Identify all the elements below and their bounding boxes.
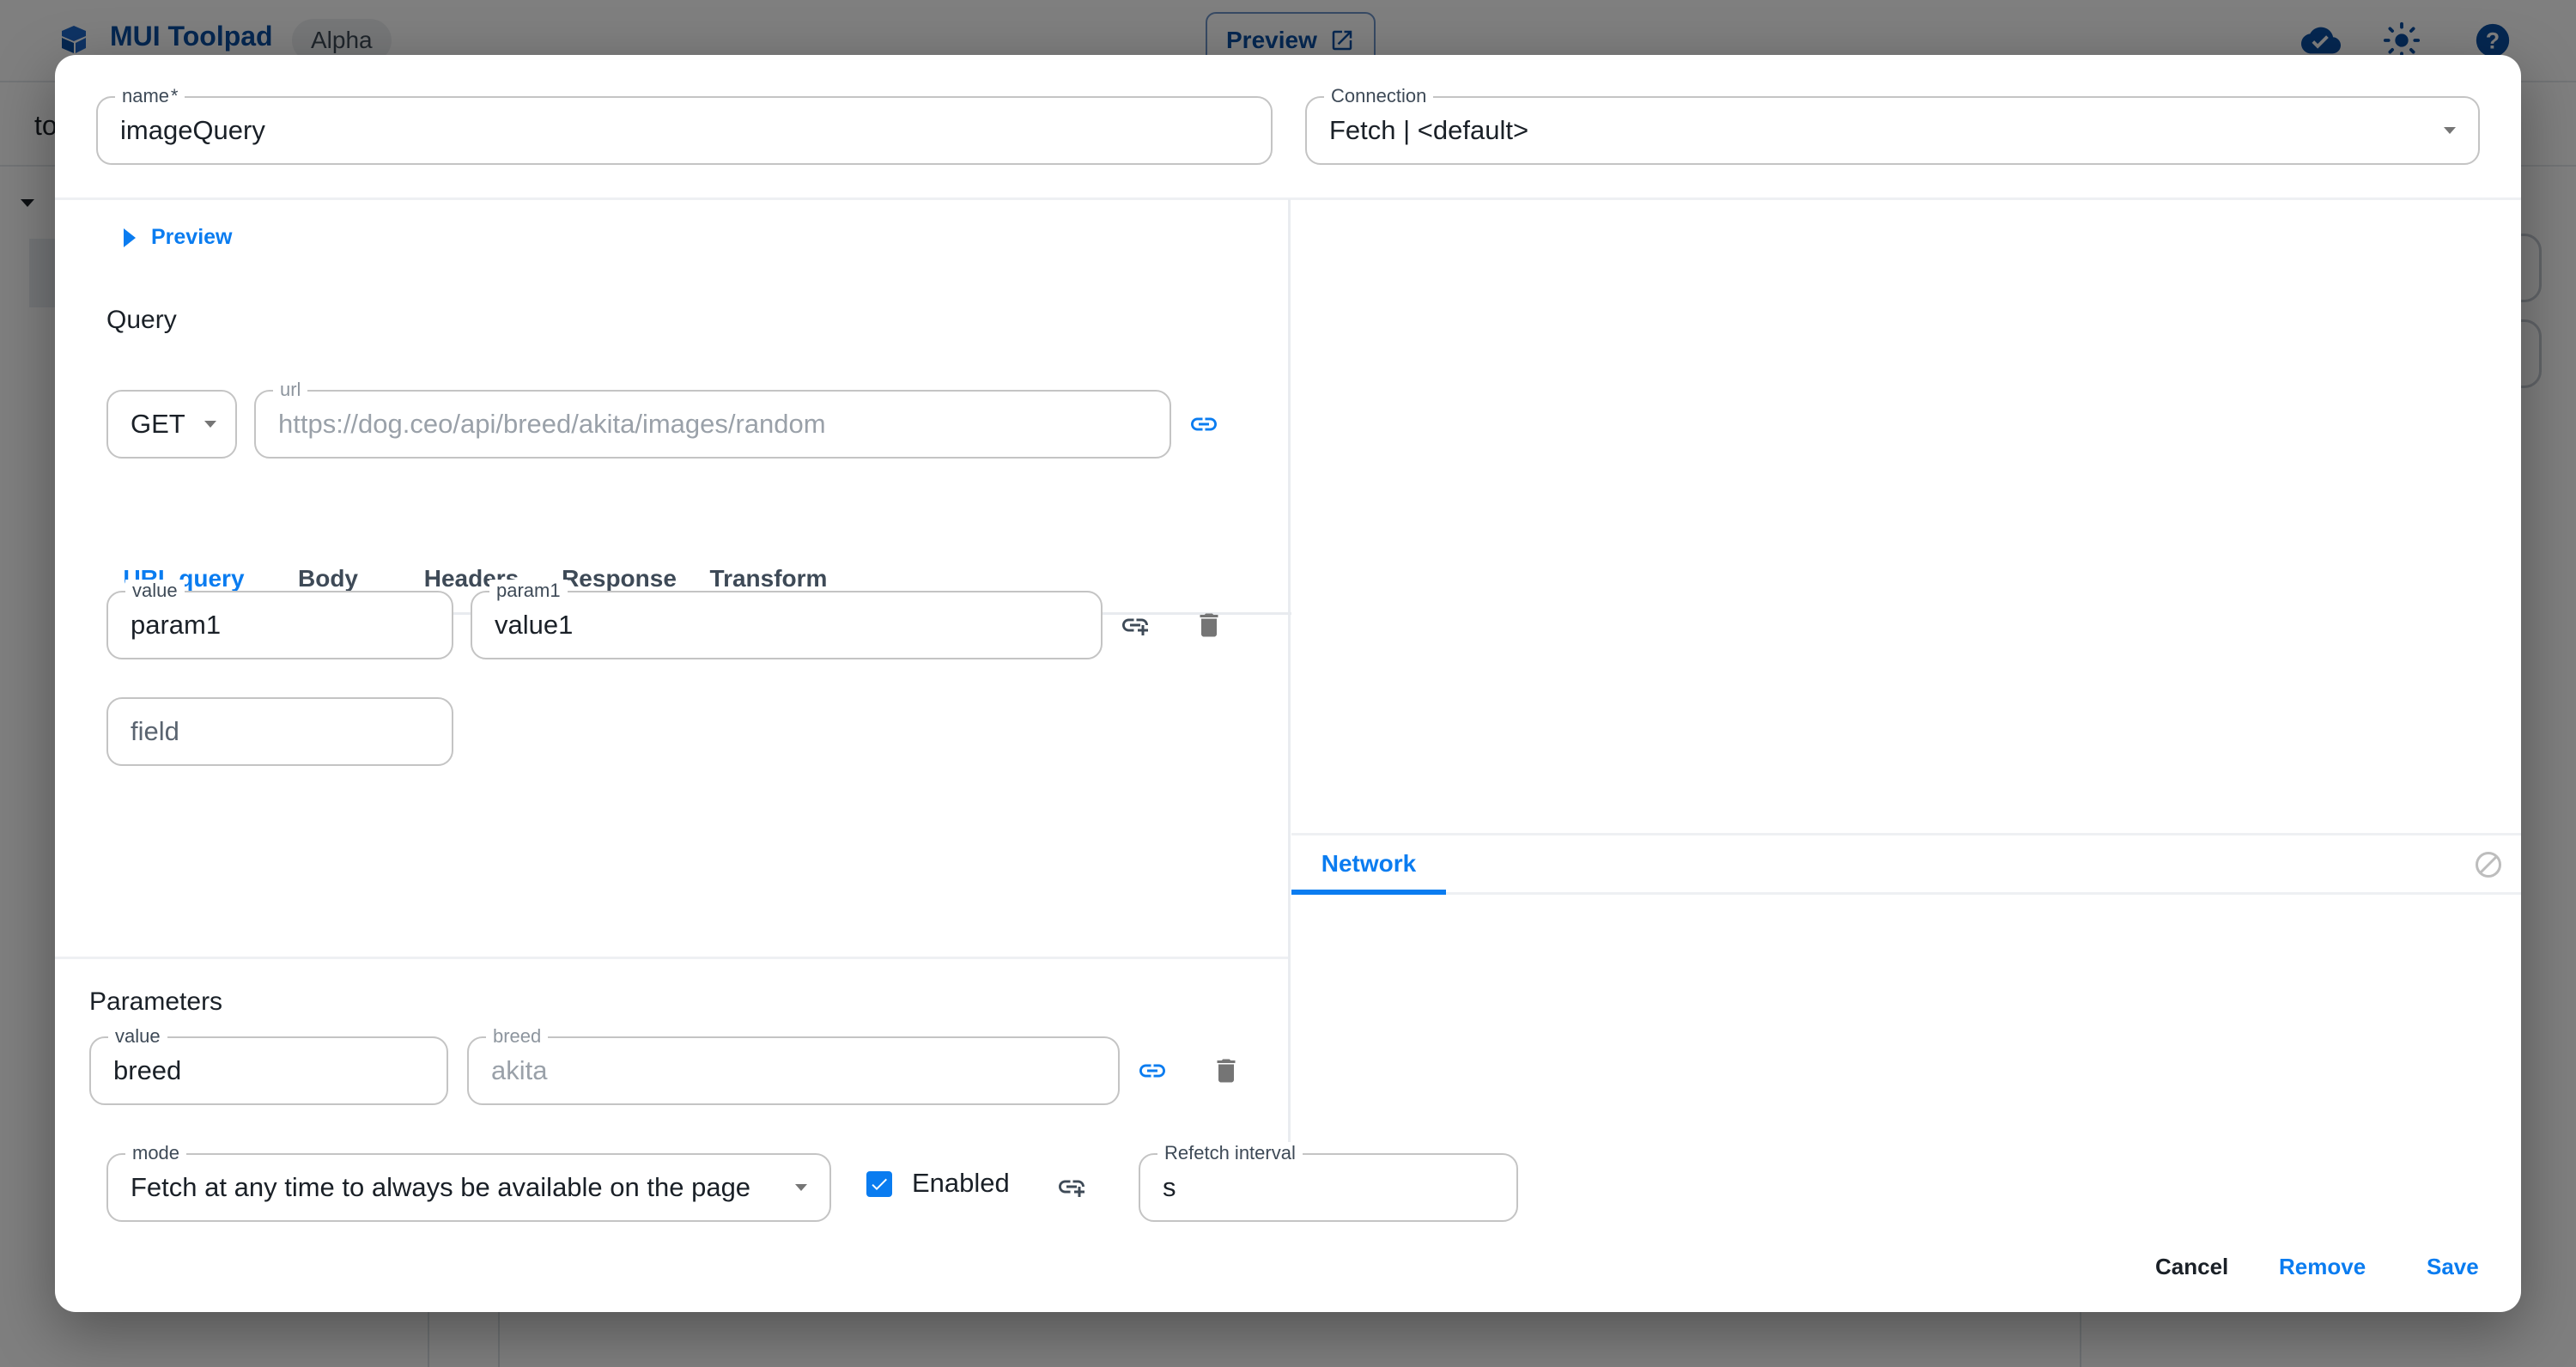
parameters-section-title: Parameters [89, 987, 223, 1016]
chevron-down-icon [795, 1184, 807, 1191]
block-icon [2476, 852, 2501, 878]
parameter-value-value: akita [491, 1055, 548, 1085]
query-name-field[interactable]: name * imageQuery [96, 85, 1273, 165]
mode-select[interactable]: mode Fetch at any time to always be avai… [106, 1142, 831, 1222]
http-method-select[interactable]: GET [106, 390, 237, 459]
link-icon [1139, 1064, 1165, 1078]
url-query-name-input[interactable]: value param1 [106, 580, 453, 659]
mode-value: Fetch at any time to always be available… [131, 1172, 751, 1202]
chevron-down-icon [204, 421, 216, 428]
connection-value: Fetch | <default> [1329, 115, 1529, 145]
query-section-title: Query [106, 306, 177, 334]
add-link-icon [1122, 618, 1148, 635]
preview-button[interactable]: Preview [124, 225, 233, 250]
http-method-value: GET [131, 409, 185, 439]
new-url-query-field-input[interactable]: field [106, 697, 453, 766]
enabled-checkbox[interactable] [866, 1171, 892, 1197]
url-query-value-input[interactable]: param1 value1 [471, 580, 1103, 659]
enabled-label[interactable]: Enabled [912, 1168, 1010, 1199]
network-tabs: Network [1291, 833, 2521, 895]
tab-network[interactable]: Network [1291, 835, 1446, 895]
url-query-name-value: param1 [131, 610, 222, 640]
cancel-button[interactable]: Cancel [2155, 1254, 2228, 1280]
url-input[interactable]: url https://dog.ceo/api/breed/akita/imag… [254, 379, 1171, 459]
query-editor-dialog: name * imageQuery Connection Fetch | <de… [55, 55, 2521, 1312]
refetch-interval-input[interactable]: Refetch interval s [1139, 1142, 1518, 1222]
new-field-placeholder: field [131, 716, 179, 746]
play-icon [124, 228, 136, 247]
add-link-icon [1059, 1180, 1084, 1197]
parameter-binding-button[interactable] [1128, 1047, 1176, 1095]
parameter-name-value: breed [113, 1055, 182, 1085]
url-query-value-value: value1 [495, 610, 574, 640]
parameter-name-input[interactable]: value breed [89, 1025, 448, 1105]
chevron-down-icon [2444, 127, 2456, 134]
clear-network-button[interactable] [2464, 841, 2512, 889]
query-name-value: imageQuery [120, 115, 265, 145]
url-binding-button[interactable] [1180, 400, 1228, 448]
refetch-interval-value: s [1163, 1172, 1176, 1202]
url-query-binding-button[interactable] [1111, 601, 1159, 649]
parameters-divider [55, 957, 1288, 959]
parameter-delete-button[interactable] [1202, 1047, 1250, 1095]
url-value: https://dog.ceo/api/breed/akita/images/r… [278, 409, 826, 439]
link-icon [1191, 417, 1217, 431]
delete-icon [1217, 1059, 1236, 1083]
remove-button[interactable]: Remove [2279, 1254, 2366, 1280]
check-icon [872, 1178, 887, 1190]
refetch-interval-label: Refetch interval [1157, 1142, 1303, 1164]
panel-divider [1288, 199, 1291, 1159]
delete-icon [1200, 613, 1218, 637]
parameter-value-input[interactable]: breed akita [467, 1025, 1120, 1105]
connection-select[interactable]: Connection Fetch | <default> [1305, 85, 2480, 165]
preview-label: Preview [151, 225, 233, 249]
save-button[interactable]: Save [2427, 1254, 2479, 1280]
url-query-delete-button[interactable] [1185, 601, 1233, 649]
enabled-binding-button[interactable] [1048, 1163, 1096, 1211]
